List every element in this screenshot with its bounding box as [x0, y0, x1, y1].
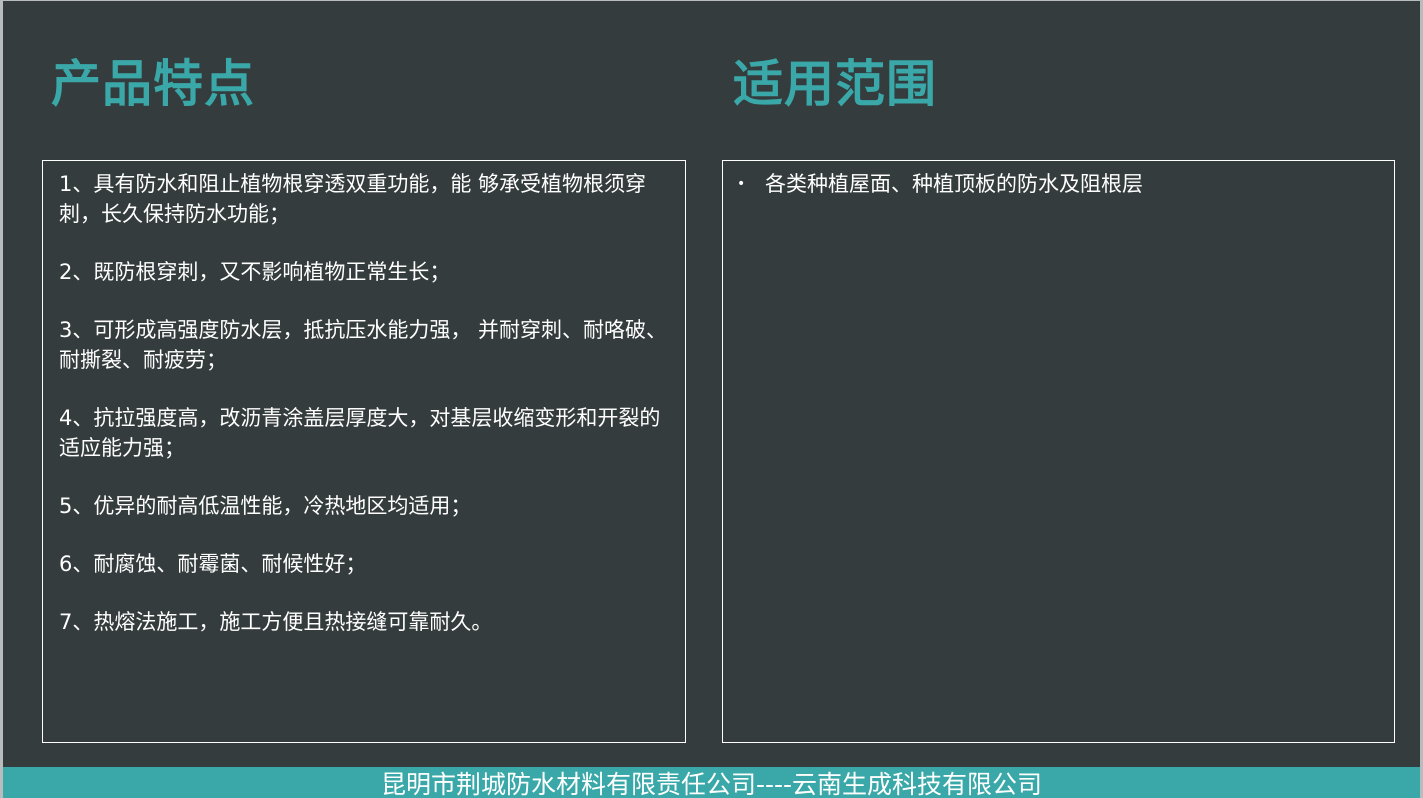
feature-list: 1、具有防水和阻止植物根穿透双重功能，能 够承受植物根须穿刺，长久保持防水功能；… [43, 161, 685, 637]
feature-item-2: 2、既防根穿刺，又不影响植物正常生长； [59, 260, 451, 284]
feature-item-4: 4、抗拉强度高，改沥青涂盖层厚度大，对基层收缩变形和开裂的适应能力强； [59, 406, 661, 460]
footer-bar: 昆明市荆城防水材料有限责任公司----云南生成科技有限公司 [3, 767, 1420, 798]
slide: 产品特点 适用范围 1、具有防水和阻止植物根穿透双重功能，能 够承受植物根须穿刺… [3, 1, 1420, 798]
scope-item-1: • 各类种植屋面、种植顶板的防水及阻根层 [737, 169, 1382, 199]
bullet-icon: • [737, 176, 746, 192]
scope-item-text: 各类种植屋面、种植顶板的防水及阻根层 [765, 172, 1143, 196]
application-scope-title: 适用范围 [733, 55, 937, 113]
application-scope-panel: • 各类种植屋面、种植顶板的防水及阻根层 [722, 160, 1395, 743]
scope-list: • 各类种植屋面、种植顶板的防水及阻根层 [723, 161, 1394, 199]
feature-item-5: 5、优异的耐高低温性能，冷热地区均适用； [59, 494, 472, 518]
feature-item-7: 7、热熔法施工，施工方便且热接缝可靠耐久。 [59, 610, 493, 634]
feature-item-6: 6、耐腐蚀、耐霉菌、耐候性好； [59, 552, 367, 576]
product-features-panel: 1、具有防水和阻止植物根穿透双重功能，能 够承受植物根须穿刺，长久保持防水功能；… [42, 160, 686, 743]
feature-item-1: 1、具有防水和阻止植物根穿透双重功能，能 够承受植物根须穿刺，长久保持防水功能； [59, 172, 647, 226]
company-name: 昆明市荆城防水材料有限责任公司----云南生成科技有限公司 [380, 770, 1043, 798]
feature-item-3: 3、可形成高强度防水层，抵抗压水能力强， 并耐穿刺、耐咯破、耐撕裂、耐疲劳； [59, 318, 668, 372]
product-features-title: 产品特点 [51, 55, 255, 113]
